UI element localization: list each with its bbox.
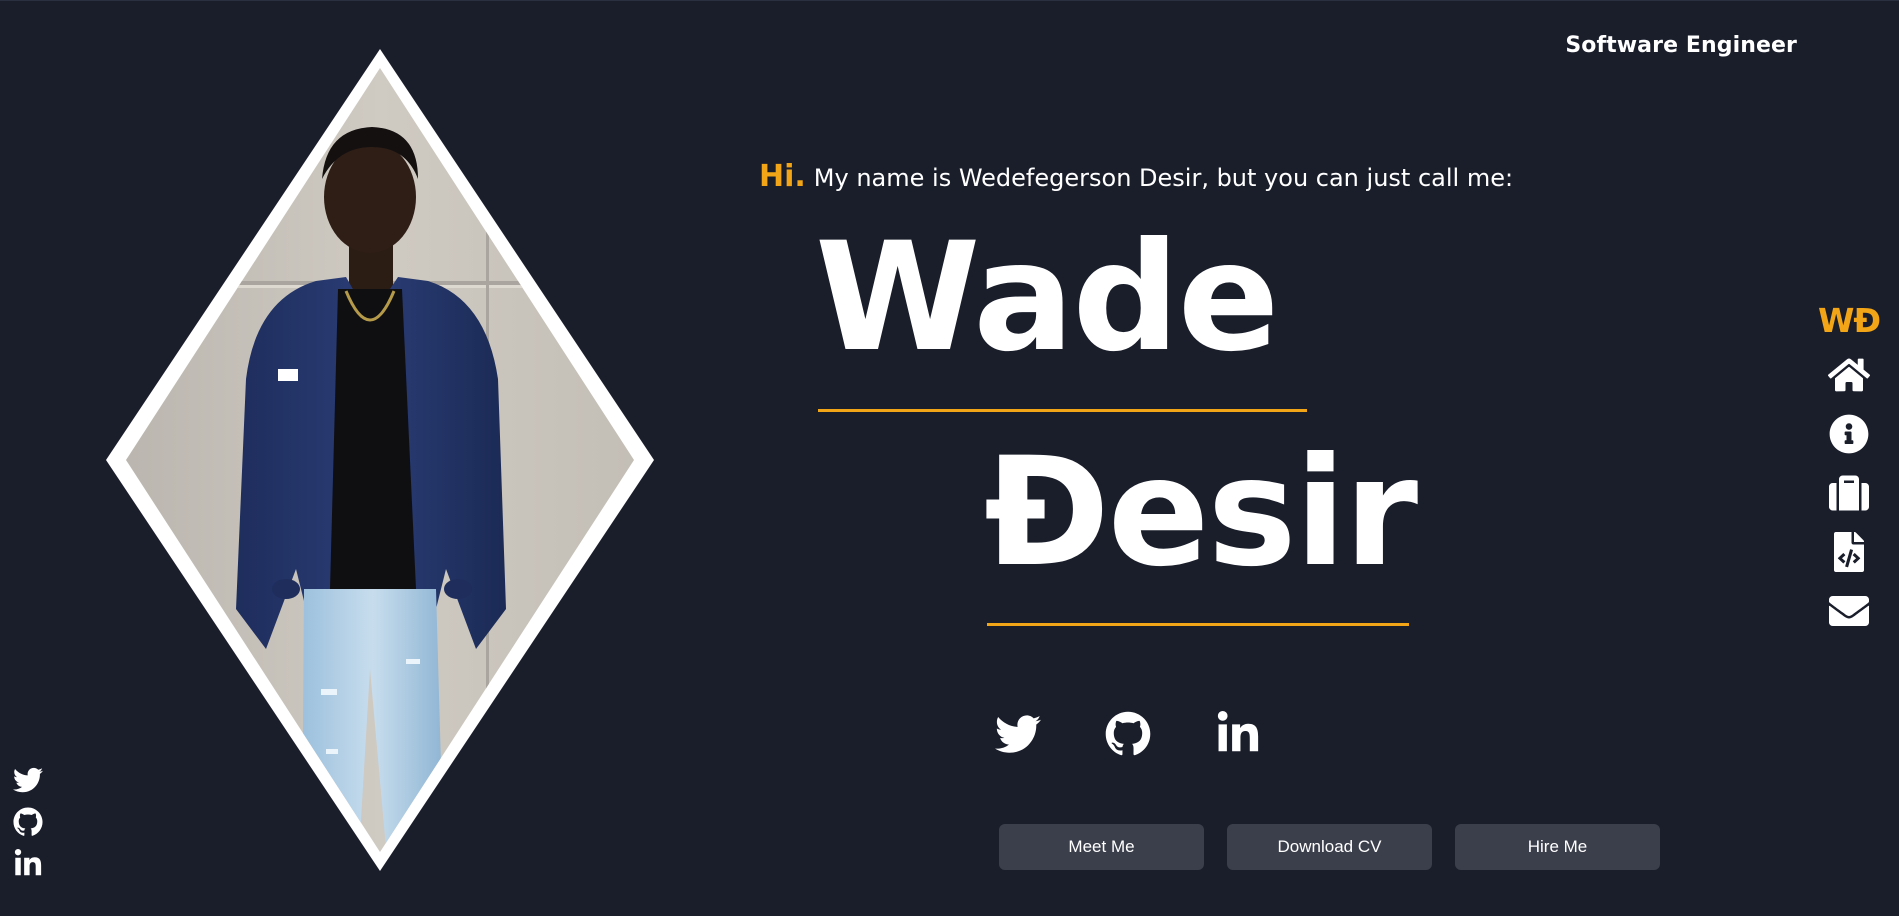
home-icon[interactable] (1827, 353, 1871, 397)
intro-text: My name is Wedefegerson Desir, but you c… (813, 164, 1514, 192)
hire-me-button[interactable]: Hire Me (1455, 824, 1660, 870)
github-icon[interactable] (1105, 711, 1151, 757)
first-name-underline (818, 409, 1307, 412)
info-icon[interactable] (1827, 412, 1871, 456)
hero-page: Software Engineer Hi. My name is Wedefege… (0, 0, 1899, 916)
side-nav: WĐ (1811, 301, 1887, 643)
github-icon[interactable] (13, 807, 43, 837)
linkedin-icon[interactable] (1215, 711, 1261, 757)
last-name: Đesir (984, 426, 1418, 600)
twitter-icon[interactable] (995, 711, 1041, 757)
first-name: Wade (815, 211, 1279, 385)
download-cv-button[interactable]: Download CV (1227, 824, 1432, 870)
logo[interactable]: WĐ (1818, 301, 1881, 340)
side-social-links (12, 765, 43, 879)
last-name-underline (987, 623, 1409, 626)
job-title: Software Engineer (1565, 33, 1797, 58)
meet-me-button[interactable]: Meet Me (999, 824, 1204, 870)
greeting: Hi. (759, 159, 806, 194)
intro-line: Hi. My name is Wedefegerson Desir, but yo… (759, 159, 1513, 194)
social-links (995, 711, 1261, 757)
code-file-icon[interactable] (1827, 530, 1871, 574)
envelope-icon[interactable] (1827, 589, 1871, 633)
action-buttons: Meet Me Download CV Hire Me (999, 824, 1660, 870)
briefcase-icon[interactable] (1827, 471, 1871, 515)
twitter-icon[interactable] (12, 765, 43, 795)
profile-portrait (106, 49, 654, 871)
linkedin-icon[interactable] (13, 849, 43, 879)
